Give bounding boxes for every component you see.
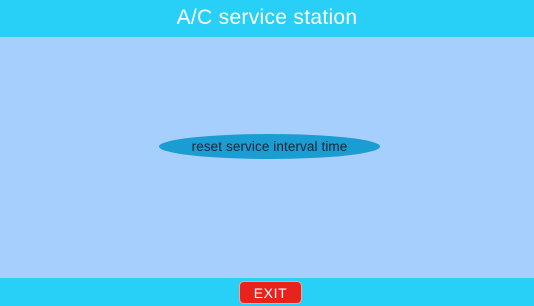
page-title: A/C service station xyxy=(176,5,358,29)
bottom-bar: EXIT xyxy=(0,278,534,306)
reset-service-interval-label: reset service interval time xyxy=(191,139,348,154)
main-area: reset service interval time xyxy=(0,37,534,278)
title-bar: A/C service station xyxy=(0,0,534,37)
reset-service-interval-button[interactable]: reset service interval time xyxy=(159,134,380,159)
exit-label: EXIT xyxy=(253,284,288,301)
exit-button[interactable]: EXIT xyxy=(239,281,302,304)
screen: A/C service station reset service interv… xyxy=(0,0,534,306)
